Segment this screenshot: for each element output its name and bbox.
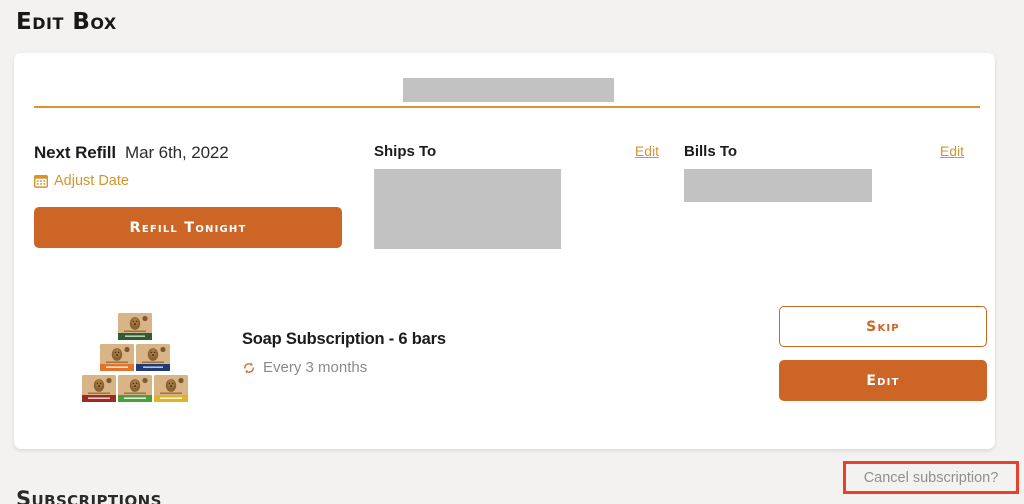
ships-to-header: Ships To Edit xyxy=(374,143,659,160)
next-refill-section: Next Refill Mar 6th, 2022 Adjust Date Re… xyxy=(34,143,354,248)
ships-to-address-redaction xyxy=(374,169,561,249)
subscription-item-row: Soap Subscription - 6 bars Every 3 month… xyxy=(14,306,995,426)
edit-button[interactable]: Edit xyxy=(779,360,987,401)
page-title: Edit Box xyxy=(16,9,117,35)
next-refill-label: Next Refill xyxy=(34,143,117,162)
header-divider xyxy=(34,106,980,108)
product-frequency-label: Every 3 months xyxy=(263,359,368,376)
info-row: Next Refill Mar 6th, 2022 Adjust Date Re… xyxy=(14,143,995,313)
bills-to-address-redaction xyxy=(684,169,872,202)
product-thumbnail xyxy=(79,313,191,403)
ships-to-title: Ships To xyxy=(374,143,437,160)
refill-tonight-button[interactable]: Refill Tonight xyxy=(34,207,342,248)
bills-to-header: Bills To Edit xyxy=(684,143,964,160)
recurring-icon xyxy=(242,361,256,375)
next-refill-date: Mar 6th, 2022 xyxy=(125,143,229,162)
cancel-subscription-link[interactable]: Cancel subscription? xyxy=(864,470,999,486)
calendar-icon xyxy=(34,174,48,188)
cancel-subscription-highlight: Cancel subscription? xyxy=(843,461,1019,494)
adjust-date-label: Adjust Date xyxy=(54,173,129,189)
edit-box-card: Next Refill Mar 6th, 2022 Adjust Date Re… xyxy=(14,53,995,449)
ships-to-edit-link[interactable]: Edit xyxy=(635,143,659,159)
bills-to-section: Bills To Edit xyxy=(684,143,964,202)
product-name: Soap Subscription - 6 bars xyxy=(242,330,446,348)
next-section-heading-clipped: Subscriptions xyxy=(16,489,162,504)
subscription-actions: Skip Edit xyxy=(779,306,987,401)
adjust-date-link[interactable]: Adjust Date xyxy=(34,173,129,189)
header-redaction-bar xyxy=(403,78,614,102)
bills-to-edit-link[interactable]: Edit xyxy=(940,143,964,159)
product-frequency: Every 3 months xyxy=(242,359,446,376)
ships-to-section: Ships To Edit xyxy=(374,143,659,249)
bills-to-title: Bills To xyxy=(684,143,738,160)
next-refill-line: Next Refill Mar 6th, 2022 xyxy=(34,143,354,165)
skip-button[interactable]: Skip xyxy=(779,306,987,347)
product-details: Soap Subscription - 6 bars Every 3 month… xyxy=(242,330,446,376)
